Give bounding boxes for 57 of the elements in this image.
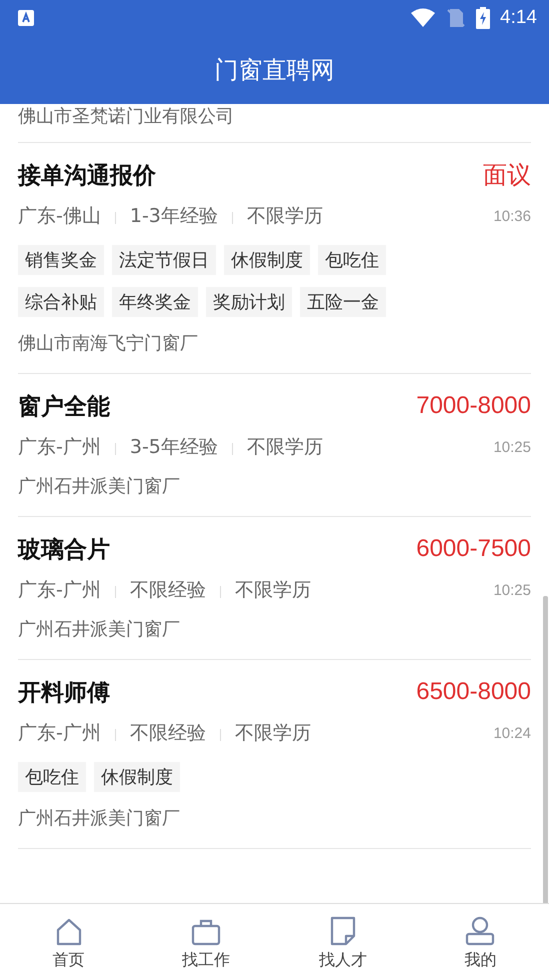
nav-tab[interactable]: 找人才 <box>274 904 412 977</box>
location: 广东-广州 <box>18 435 101 460</box>
experience: 不限经验 <box>130 578 206 603</box>
job-card[interactable]: 窗户全能 7000-8000 广东-广州 3-5年经验 不限学历 10:25 广州石井派美门窗厂 <box>18 374 531 517</box>
job-card[interactable]: 接单沟通报价 面议 广东-佛山 1-3年经验 不限学历 10:36 销售奖金 法定节假日 休假制度 包吃住 综合补贴 年终奖金 奖励计划 五险一金 佛山市南海飞宁门窗厂 <box>18 143 531 374</box>
job-title: 玻璃合片 <box>18 536 110 564</box>
company-name: 广州石井派美门窗厂 <box>18 807 181 830</box>
app-notification-icon <box>18 10 34 26</box>
salary: 6500-8000 <box>416 678 531 706</box>
education: 不限学历 <box>246 435 323 460</box>
location: 广东-佛山 <box>18 204 101 229</box>
briefcase-icon <box>190 918 221 946</box>
job-title: 开料师傅 <box>18 678 110 708</box>
experience: 不限经验 <box>130 721 206 746</box>
education: 不限学历 <box>234 721 311 746</box>
post-time: 10:36 <box>493 208 531 224</box>
nav-tab[interactable]: 我的 <box>412 904 549 977</box>
wifi-icon <box>410 8 436 28</box>
location: 广东-广州 <box>18 721 101 746</box>
experience: 1-3年经验 <box>130 204 218 229</box>
post-time: 10:25 <box>493 582 531 598</box>
app-title: 门窗直聘网 <box>214 55 334 86</box>
post-time: 10:25 <box>493 438 531 456</box>
company-name: 广州石井派美门窗厂 <box>18 475 181 498</box>
home-icon <box>54 918 83 946</box>
experience: 3-5年经验 <box>130 435 218 460</box>
location: 广东-广州 <box>18 578 101 603</box>
battery-charging-icon <box>476 7 490 29</box>
company-name: 佛山市圣梵诺门业有限公司 <box>18 105 235 128</box>
education: 不限学历 <box>246 204 323 229</box>
education: 不限学历 <box>234 578 311 603</box>
status-time: 4:14 <box>500 7 537 29</box>
benefit-tag: 销售奖金 <box>18 245 104 275</box>
benefit-tag: 奖励计划 <box>206 287 292 317</box>
benefit-tag: 包吃住 <box>18 762 86 792</box>
post-time: 10:24 <box>493 724 531 742</box>
benefit-tag: 综合补贴 <box>18 287 104 317</box>
nav-tab[interactable]: 找工作 <box>137 904 274 977</box>
company-name: 广州石井派美门窗厂 <box>18 618 181 641</box>
job-card[interactable]: 玻璃合片 6000-7500 广东-广州 不限经验 不限学历 10:25 广州石井派美门窗厂 <box>18 517 531 660</box>
benefit-tag: 休假制度 <box>224 245 310 275</box>
no-sim-icon <box>446 8 466 28</box>
company-name: 佛山市南海飞宁门窗厂 <box>18 332 199 355</box>
benefit-tag: 五险一金 <box>300 287 386 317</box>
benefit-tag: 年终奖金 <box>112 287 198 317</box>
benefit-tag: 休假制度 <box>94 762 180 792</box>
nav-tab[interactable]: 首页 <box>0 904 138 977</box>
salary: 面议 <box>483 161 531 191</box>
salary: 6000-7500 <box>416 535 531 563</box>
job-title: 窗户全能 <box>18 392 110 422</box>
document-icon <box>330 916 356 946</box>
benefit-tag: 法定节假日 <box>112 245 216 275</box>
person-icon <box>465 916 496 946</box>
benefit-tag: 包吃住 <box>318 245 386 275</box>
job-card[interactable]: 开料师傅 6500-8000 广东-广州 不限经验 不限学历 10:24 包吃住 休假制度 广州石井派美门窗厂 <box>18 660 531 849</box>
salary: 7000-8000 <box>416 392 531 420</box>
job-title: 接单沟通报价 <box>18 162 156 190</box>
